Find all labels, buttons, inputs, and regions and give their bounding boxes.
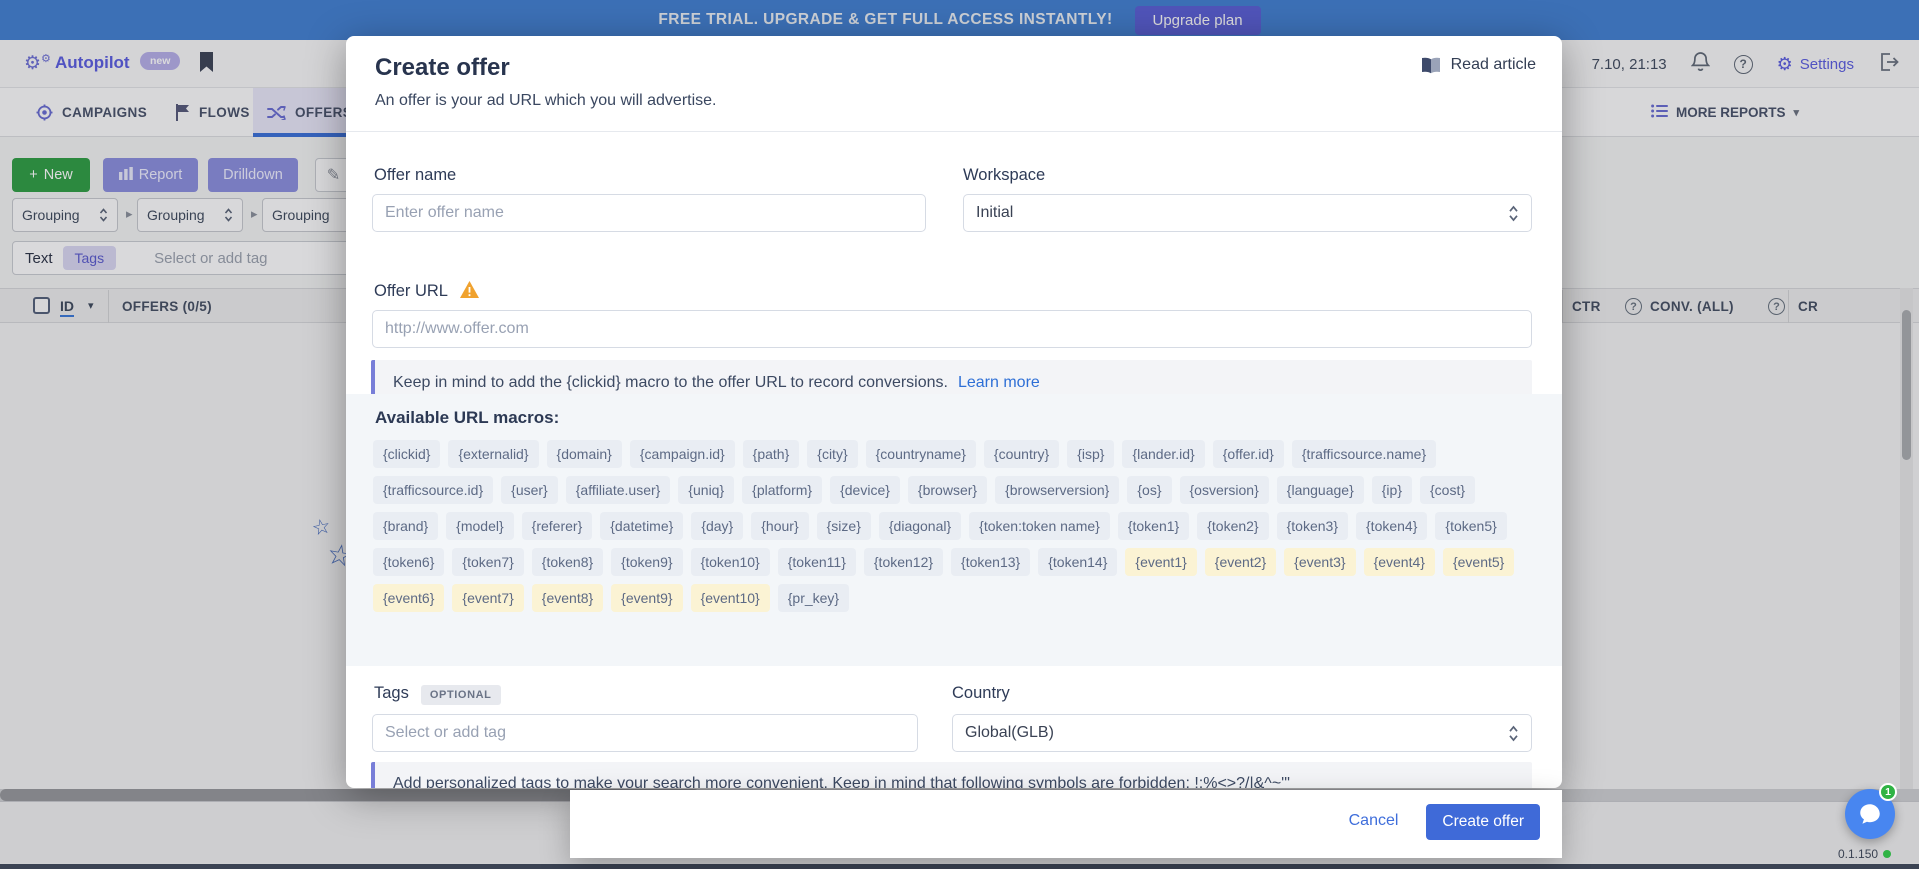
country-select[interactable]: Global(GLB) — [952, 714, 1532, 752]
macro-chip[interactable]: {osversion} — [1180, 476, 1269, 504]
macro-chip[interactable]: {externalid} — [448, 440, 538, 468]
macro-chip[interactable]: {token11} — [778, 548, 856, 576]
workspace-label: Workspace — [963, 166, 1045, 185]
macro-chip[interactable]: {cost} — [1420, 476, 1475, 504]
macro-chip-list: {clickid} {externalid} {domain} {campaign.i… — [373, 440, 1535, 612]
macro-chip[interactable]: {event3} — [1284, 548, 1355, 576]
macro-chip[interactable]: {offer.id} — [1213, 440, 1284, 468]
macro-chip[interactable]: {uniq} — [678, 476, 734, 504]
macro-chip[interactable]: {domain} — [547, 440, 622, 468]
macro-chip[interactable]: {affiliate.user} — [566, 476, 671, 504]
macro-chip[interactable]: {token7} — [452, 548, 523, 576]
macro-chip[interactable]: {event7} — [452, 584, 523, 612]
create-offer-button[interactable]: Create offer — [1426, 804, 1540, 840]
offer-url-input[interactable] — [372, 310, 1532, 348]
app-root: FREE TRIAL. UPGRADE & GET FULL ACCESS IN… — [0, 0, 1919, 869]
tags-input[interactable] — [372, 714, 918, 752]
macro-chip[interactable]: {event6} — [373, 584, 444, 612]
macro-chip[interactable]: {countryname} — [866, 440, 976, 468]
macro-chip[interactable]: {brand} — [373, 512, 438, 540]
macro-chip[interactable]: {campaign.id} — [630, 440, 735, 468]
macro-chip[interactable]: {token:token name} — [969, 512, 1110, 540]
macro-chip[interactable]: {size} — [817, 512, 871, 540]
tags-label: TagsOPTIONAL — [374, 684, 501, 703]
macro-chip[interactable]: {token1} — [1118, 512, 1189, 540]
warning-icon — [459, 280, 480, 304]
macro-chip[interactable]: {user} — [501, 476, 558, 504]
macro-chip[interactable]: {diagonal} — [879, 512, 961, 540]
macro-chip[interactable]: {path} — [743, 440, 800, 468]
workspace-select[interactable]: Initial — [963, 194, 1532, 232]
macro-chip[interactable]: {lander.id} — [1122, 440, 1204, 468]
macro-chip[interactable]: {trafficsource.name} — [1292, 440, 1436, 468]
create-offer-modal: Create offer An offer is your ad URL whi… — [346, 36, 1562, 788]
book-icon — [1420, 57, 1442, 74]
macro-chip[interactable]: {browser} — [908, 476, 987, 504]
status-dot-icon — [1883, 850, 1891, 858]
macro-chip[interactable]: {language} — [1277, 476, 1364, 504]
cancel-button[interactable]: Cancel — [1331, 804, 1417, 838]
modal-footer: Cancel Create offer — [570, 790, 1562, 858]
macro-chip[interactable]: {day} — [691, 512, 743, 540]
macro-chip[interactable]: {clickid} — [373, 440, 440, 468]
macro-chip[interactable]: {model} — [446, 512, 513, 540]
macro-chip[interactable]: {token2} — [1197, 512, 1268, 540]
macro-chip[interactable]: {token5} — [1435, 512, 1506, 540]
macro-chip[interactable]: {trafficsource.id} — [373, 476, 493, 504]
offer-name-input[interactable] — [372, 194, 926, 232]
macro-chip[interactable]: {token10} — [691, 548, 770, 576]
macro-chip[interactable]: {ip} — [1372, 476, 1412, 504]
macro-chip[interactable]: {city} — [807, 440, 857, 468]
macro-chip[interactable]: {referer} — [522, 512, 593, 540]
macro-chip[interactable]: {event2} — [1205, 548, 1276, 576]
macro-chip[interactable]: {token14} — [1038, 548, 1117, 576]
chat-unread-badge: 1 — [1879, 783, 1897, 801]
chat-bubble-icon — [1857, 801, 1883, 827]
macro-chip[interactable]: {browserversion} — [995, 476, 1119, 504]
read-article-link[interactable]: Read article — [1420, 56, 1536, 74]
offer-url-label: Offer URL — [374, 282, 448, 301]
macro-chip[interactable]: {event4} — [1364, 548, 1435, 576]
country-label: Country — [952, 684, 1010, 703]
macro-chip[interactable]: {event10} — [691, 584, 770, 612]
macro-chip[interactable]: {token3} — [1277, 512, 1348, 540]
macro-chip[interactable]: {datetime} — [600, 512, 683, 540]
macros-section: Available URL macros: {clickid} {external… — [346, 394, 1562, 666]
macro-chip[interactable]: {token6} — [373, 548, 444, 576]
macros-title: Available URL macros: — [375, 408, 559, 428]
macro-chip[interactable]: {isp} — [1067, 440, 1114, 468]
tags-note: Add personalized tags to make your searc… — [371, 762, 1532, 788]
learn-more-link[interactable]: Learn more — [958, 374, 1040, 392]
macro-chip[interactable]: {token4} — [1356, 512, 1427, 540]
macro-chip[interactable]: {hour} — [751, 512, 808, 540]
macro-chip[interactable]: {token13} — [951, 548, 1030, 576]
modal-subtitle: An offer is your ad URL which you will a… — [375, 92, 716, 110]
chevron-updown-icon — [1508, 725, 1519, 742]
macro-chip[interactable]: {event9} — [611, 584, 682, 612]
macro-chip[interactable]: {token8} — [532, 548, 603, 576]
macro-chip[interactable]: {pr_key} — [778, 584, 849, 612]
macro-chip[interactable]: {token9} — [611, 548, 682, 576]
macro-chip[interactable]: {os} — [1127, 476, 1171, 504]
macro-chip[interactable]: {country} — [984, 440, 1059, 468]
offer-name-label: Offer name — [374, 166, 456, 185]
modal-title: Create offer — [375, 54, 510, 82]
version-label: 0.1.150 — [1838, 847, 1891, 861]
chevron-updown-icon — [1508, 205, 1519, 222]
macro-chip[interactable]: {event1} — [1125, 548, 1196, 576]
macro-chip[interactable]: {event5} — [1443, 548, 1514, 576]
macro-chip[interactable]: {platform} — [742, 476, 822, 504]
optional-badge: OPTIONAL — [421, 685, 501, 705]
macro-chip[interactable]: {device} — [830, 476, 900, 504]
macro-chip[interactable]: {token12} — [864, 548, 943, 576]
macro-chip[interactable]: {event8} — [532, 584, 603, 612]
